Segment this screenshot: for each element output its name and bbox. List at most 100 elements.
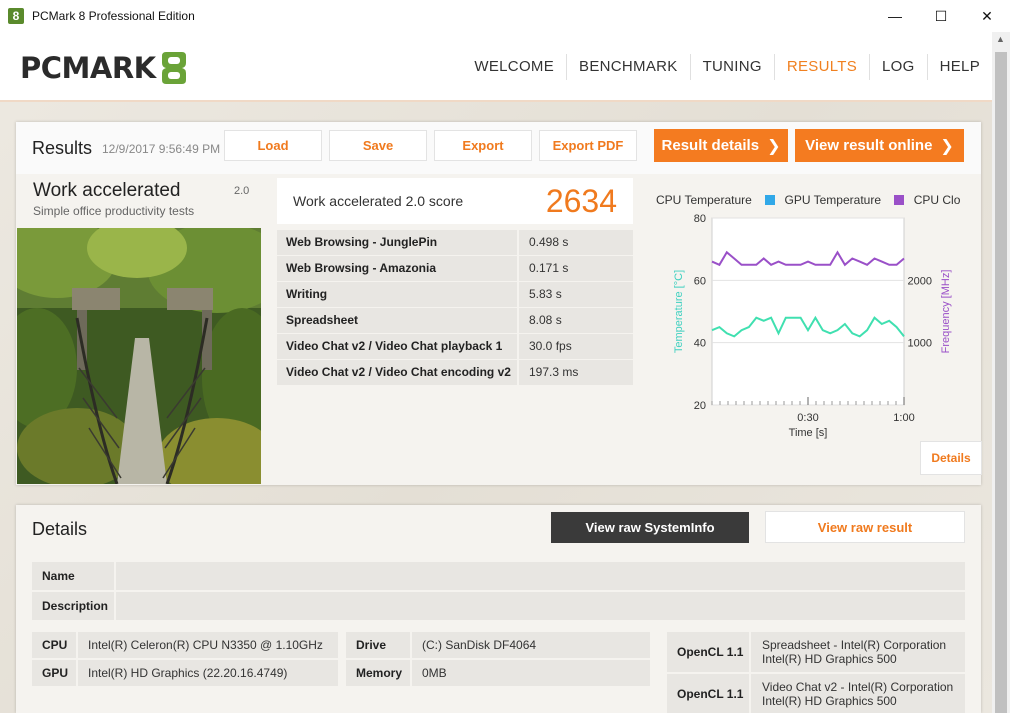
close-button[interactable]: ✕ (964, 0, 1010, 32)
cpu-label: CPU (32, 632, 76, 658)
opencl-row: OpenCL 1.1 Spreadsheet - Intel(R) Corpor… (667, 632, 965, 672)
view-raw-systeminfo-button[interactable]: View raw SystemInfo (551, 512, 749, 543)
subtest-value: 197.3 ms (519, 360, 633, 385)
x-tick-label: 0:30 (797, 412, 818, 424)
subtest-value: 0.171 s (519, 256, 633, 281)
benchmark-photo (17, 228, 261, 484)
app-header: PCMARK WELCOME BENCHMARK TUNING RESULTS … (0, 32, 992, 102)
opencl-value: Spreadsheet - Intel(R) Corporation Intel… (751, 632, 965, 672)
score-label: Work accelerated 2.0 score (293, 193, 464, 209)
opencl-device-line: Spreadsheet - Intel(R) Corporation (762, 638, 947, 652)
opencl-label: OpenCL 1.1 (667, 632, 749, 672)
main-nav: WELCOME BENCHMARK TUNING RESULTS LOG HEL… (462, 54, 992, 80)
save-button[interactable]: Save (329, 130, 427, 161)
y-left-tick-label: 60 (694, 275, 706, 287)
view-result-online-button[interactable]: View result online ❯ (795, 129, 964, 162)
window-controls: — ☐ ✕ (872, 0, 1010, 32)
x-tick-label: 1:00 (893, 412, 914, 424)
opencl-device-line: Intel(R) HD Graphics 500 (762, 694, 897, 708)
details-panel: Details View raw SystemInfo View raw res… (16, 505, 981, 713)
drive-row: Drive (C:) SanDisk DF4064 (346, 632, 650, 658)
benchmark-version: 2.0 (234, 185, 250, 197)
subtest-row: Spreadsheet 8.08 s (277, 308, 633, 334)
description-row: Description (32, 592, 965, 620)
subtest-value: 5.83 s (519, 282, 633, 307)
subtest-name: Writing (277, 282, 517, 307)
results-title: Results (32, 138, 93, 158)
vertical-scrollbar[interactable]: ▲ (992, 32, 1010, 713)
legend-label-gpu-temperature: GPU Temperature (784, 192, 882, 207)
export-pdf-button[interactable]: Export PDF (539, 130, 637, 161)
y-right-tick-label: 2000 (908, 275, 932, 287)
view-result-online-label: View result online (805, 137, 933, 154)
result-details-label: Result details (661, 137, 760, 154)
cpu-row: CPU Intel(R) Celeron(R) CPU N3350 @ 1.10… (32, 632, 338, 658)
results-panel: Results 12/9/2017 9:56:49 PM Load Save E… (16, 122, 982, 485)
legend-label-cpu-temperature: CPU Temperature (656, 192, 752, 207)
y-left-axis-label: Temperature [°C] (673, 270, 685, 353)
nav-welcome[interactable]: WELCOME (462, 54, 566, 80)
maximize-button[interactable]: ☐ (918, 0, 964, 32)
subtest-row: Video Chat v2 / Video Chat encoding v2 1… (277, 360, 633, 386)
opencl-device-line: Intel(R) HD Graphics 500 (762, 652, 897, 666)
benchmark-name: Work accelerated (33, 180, 181, 201)
subtest-table: Web Browsing - JunglePin 0.498 s Web Bro… (277, 230, 633, 386)
subtest-name: Video Chat v2 / Video Chat encoding v2 (277, 360, 517, 385)
opencl-device-line: Video Chat v2 - Intel(R) Corporation (762, 680, 954, 694)
view-raw-result-button[interactable]: View raw result (765, 511, 965, 543)
chevron-right-icon: ❯ (940, 137, 954, 155)
scroll-thumb[interactable] (995, 52, 1007, 713)
score-box: Work accelerated 2.0 score 2634 (277, 178, 633, 224)
nav-tuning[interactable]: TUNING (689, 54, 774, 80)
app-icon: 8 (8, 8, 24, 24)
benchmark-subtitle: Simple office productivity tests (33, 204, 195, 218)
name-label: Name (32, 562, 114, 590)
drive-label: Drive (346, 632, 410, 658)
memory-row: Memory 0MB (346, 660, 650, 686)
x-axis-label: Time [s] (789, 427, 828, 439)
name-value (116, 562, 965, 590)
chevron-right-icon: ❯ (767, 137, 781, 155)
load-button[interactable]: Load (224, 130, 322, 161)
subtest-value: 8.08 s (519, 308, 633, 333)
opencl-row: OpenCL 1.1 Video Chat v2 - Intel(R) Corp… (667, 674, 965, 713)
chart-details-button[interactable]: Details (920, 441, 982, 475)
memory-value: 0MB (412, 660, 650, 686)
logo-eight-icon (161, 52, 186, 84)
nav-log[interactable]: LOG (869, 54, 927, 80)
drive-value: (C:) SanDisk DF4064 (412, 632, 650, 658)
subtest-name: Web Browsing - JunglePin (277, 230, 517, 255)
minimize-button[interactable]: — (872, 0, 918, 32)
nav-results[interactable]: RESULTS (773, 54, 869, 80)
gpu-value: Intel(R) HD Graphics (22.20.16.4749) (78, 660, 338, 686)
export-button[interactable]: Export (434, 130, 532, 161)
subtest-name: Web Browsing - Amazonia (277, 256, 517, 281)
description-label: Description (32, 592, 114, 620)
monitoring-chart: CPU Temperature GPU Temperature CPU Clo … (650, 174, 982, 485)
chart-legend: CPU Temperature GPU Temperature CPU Clo (650, 192, 981, 212)
cpu-value: Intel(R) Celeron(R) CPU N3350 @ 1.10GHz (78, 632, 338, 658)
subtest-row: Writing 5.83 s (277, 282, 633, 308)
subtest-value: 30.0 fps (519, 334, 633, 359)
y-left-tick-label: 40 (694, 338, 706, 350)
score-value: 2634 (545, 183, 617, 219)
subtest-row: Web Browsing - JunglePin 0.498 s (277, 230, 633, 256)
nav-help[interactable]: HELP (926, 54, 992, 80)
subtest-name: Video Chat v2 / Video Chat playback 1 v2 (277, 334, 517, 378)
chart-plot: 80 60 40 20 2000 1000 0:30 1:00 Time [s] Temperat… (673, 214, 952, 439)
opencl-label: OpenCL 1.1 (667, 674, 749, 713)
y-left-tick-label: 80 (694, 214, 706, 225)
details-title: Details (32, 519, 88, 539)
memory-label: Memory (346, 660, 410, 686)
pcmark-logo: PCMARK (20, 50, 190, 86)
gpu-label: GPU (32, 660, 76, 686)
subtest-name: Spreadsheet (277, 308, 517, 333)
scroll-up-icon[interactable]: ▲ (996, 34, 1005, 44)
plot-area (711, 217, 905, 406)
results-date: 12/9/2017 9:56:49 PM (102, 142, 221, 156)
window-title: PCMark 8 Professional Edition (32, 9, 195, 23)
subtest-row: Web Browsing - Amazonia 0.171 s (277, 256, 633, 282)
subtest-value: 0.498 s (519, 230, 633, 255)
nav-benchmark[interactable]: BENCHMARK (566, 54, 690, 80)
result-details-button[interactable]: Result details ❯ (654, 129, 788, 162)
